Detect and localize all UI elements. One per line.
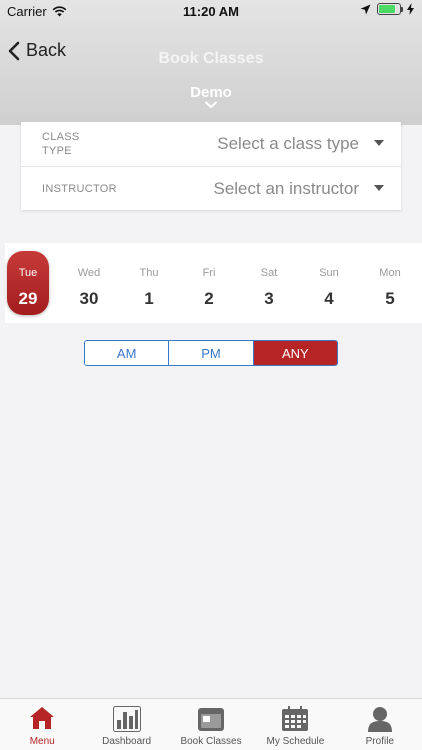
day-thu[interactable]: Thu 1 bbox=[128, 251, 170, 315]
clock: 11:20 AM bbox=[183, 4, 239, 19]
location-arrow-icon bbox=[360, 4, 371, 14]
day-name: Mon bbox=[379, 267, 401, 279]
tab-dashboard[interactable]: Dashboard bbox=[84, 699, 168, 750]
tab-label: Dashboard bbox=[102, 736, 152, 747]
filter-card: CLASS TYPE Select a class type INSTRUCTO… bbox=[21, 122, 401, 210]
date-strip: Tue 29 Wed 30 Thu 1 Fri 2 Sat 3 Sun 4 Mo… bbox=[5, 243, 422, 323]
day-tue[interactable]: Tue 29 bbox=[7, 251, 49, 315]
tab-my-schedule[interactable]: My Schedule bbox=[253, 699, 337, 750]
day-name: Sun bbox=[319, 267, 339, 279]
day-name: Thu bbox=[139, 267, 159, 279]
instructor-placeholder: Select an instructor bbox=[213, 178, 359, 198]
tab-label: Profile bbox=[365, 736, 394, 747]
location-label: Demo bbox=[190, 84, 232, 101]
location-selector[interactable]: Demo bbox=[0, 84, 422, 109]
day-number: 29 bbox=[18, 289, 38, 308]
day-mon[interactable]: Mon 5 bbox=[369, 251, 411, 315]
calendar-card-icon bbox=[198, 708, 225, 731]
day-sun[interactable]: Sun 4 bbox=[308, 251, 350, 315]
battery-icon bbox=[377, 3, 403, 15]
segment-any[interactable]: ANY bbox=[252, 341, 337, 365]
tab-menu[interactable]: Menu bbox=[0, 699, 84, 750]
time-of-day-segmented-control: AM PM ANY bbox=[84, 340, 338, 366]
day-fri[interactable]: Fri 2 bbox=[188, 251, 230, 315]
class-type-placeholder: Select a class type bbox=[217, 134, 359, 153]
class-type-label-line2: TYPE bbox=[42, 145, 72, 157]
status-right bbox=[360, 3, 414, 15]
nav-header: Carrier 11:20 AM Back Book Classes Demo bbox=[0, 0, 422, 125]
class-type-label-line1: CLASS bbox=[42, 131, 80, 143]
tab-label: My Schedule bbox=[266, 736, 325, 747]
bar-chart-icon bbox=[112, 706, 141, 732]
page-title: Book Classes bbox=[158, 50, 264, 67]
person-icon bbox=[367, 707, 392, 732]
day-number: 5 bbox=[385, 289, 395, 308]
calendar-icon bbox=[282, 706, 309, 731]
home-icon bbox=[30, 707, 55, 729]
segment-am[interactable]: AM bbox=[85, 341, 169, 365]
tab-label: Book Classes bbox=[180, 736, 242, 747]
day-sat[interactable]: Sat 3 bbox=[248, 251, 290, 315]
day-number: 1 bbox=[144, 289, 154, 308]
segment-pm[interactable]: PM bbox=[168, 341, 253, 365]
tab-bar: Menu Dashboard Book Classes My Schedule … bbox=[0, 698, 422, 750]
day-name: Sat bbox=[260, 267, 278, 279]
dropdown-caret-icon bbox=[374, 185, 384, 191]
day-name: Wed bbox=[77, 267, 101, 279]
day-name: Tue bbox=[18, 267, 38, 279]
day-number: 3 bbox=[264, 289, 274, 308]
day-number: 4 bbox=[324, 289, 334, 308]
day-wed[interactable]: Wed 30 bbox=[68, 251, 110, 315]
charging-bolt-icon bbox=[407, 3, 414, 15]
tab-book-classes[interactable]: Book Classes bbox=[169, 699, 253, 750]
status-bar: Carrier 11:20 AM bbox=[0, 0, 422, 22]
class-type-dropdown[interactable]: CLASS TYPE Select a class type bbox=[21, 122, 401, 166]
class-type-label: CLASS TYPE bbox=[42, 130, 112, 158]
day-name: Fri bbox=[202, 267, 216, 279]
tab-profile[interactable]: Profile bbox=[338, 699, 422, 750]
tab-label: Menu bbox=[29, 736, 55, 747]
day-number: 30 bbox=[79, 289, 99, 308]
instructor-label: INSTRUCTOR bbox=[42, 182, 117, 195]
dropdown-caret-icon bbox=[374, 140, 384, 146]
instructor-dropdown[interactable]: INSTRUCTOR Select an instructor bbox=[21, 166, 401, 210]
day-number: 2 bbox=[204, 289, 214, 308]
chevron-down-icon bbox=[205, 101, 217, 109]
